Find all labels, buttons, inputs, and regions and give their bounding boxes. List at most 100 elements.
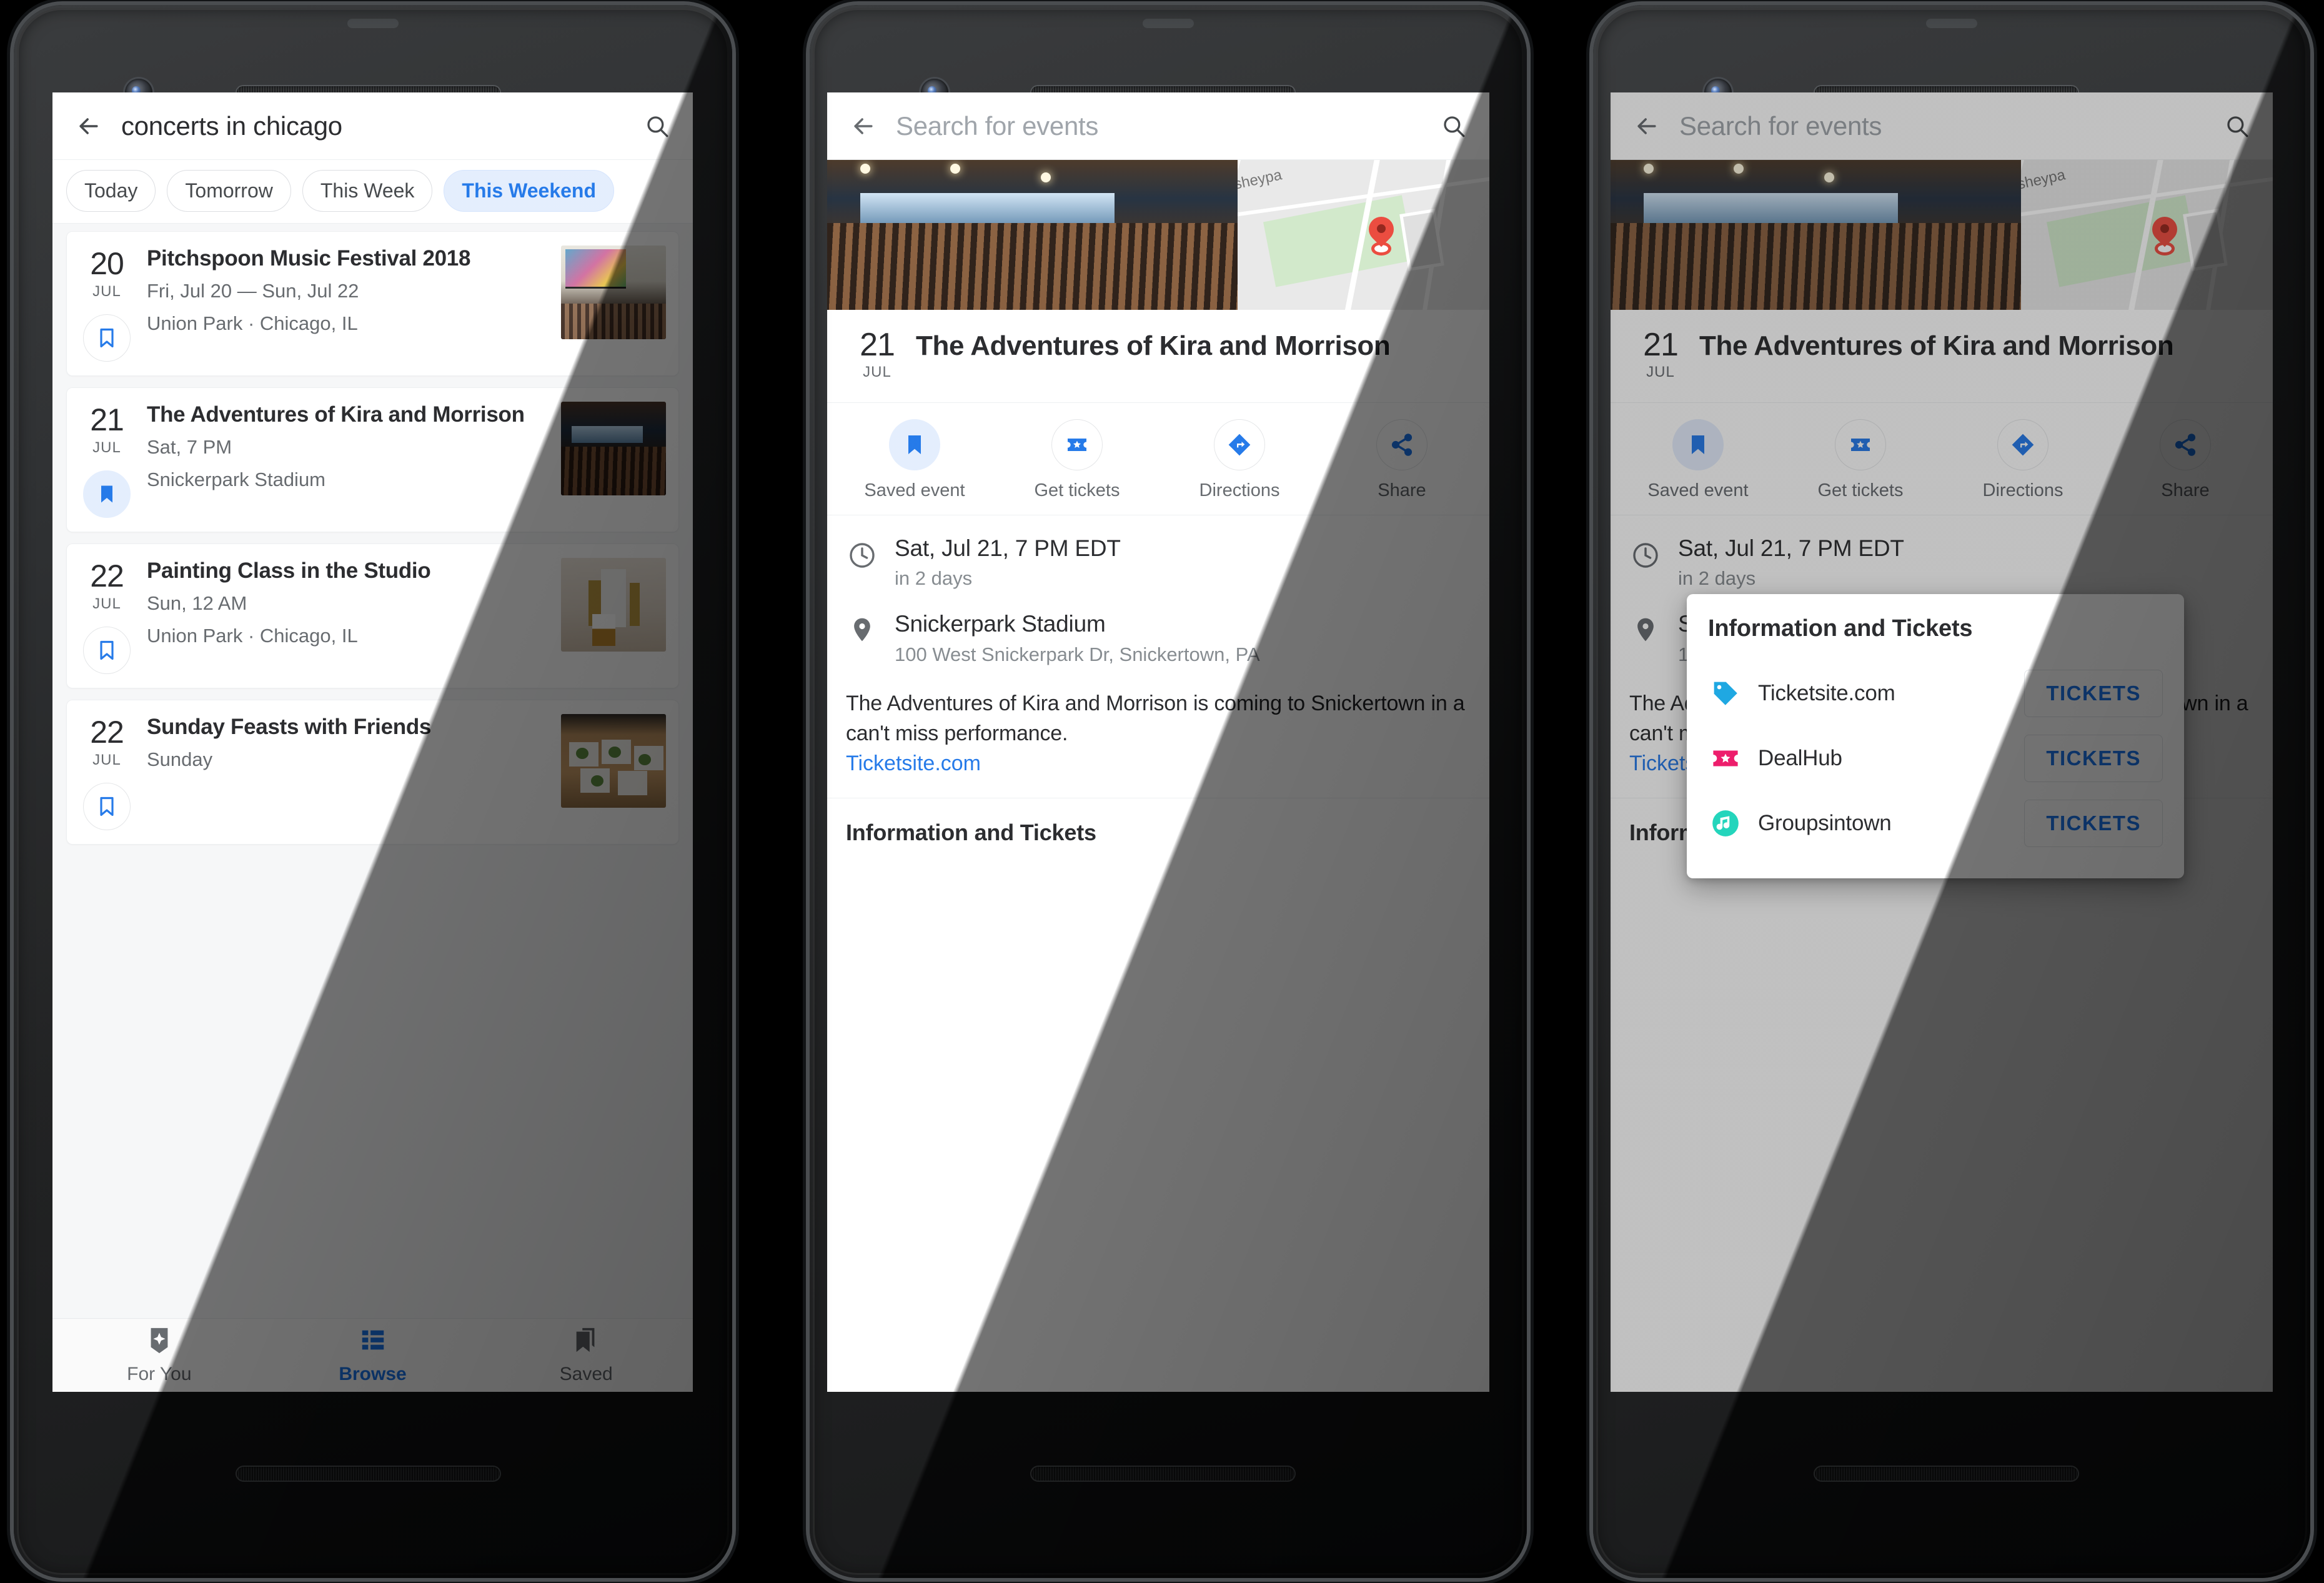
arrow-back-icon[interactable] (75, 112, 102, 140)
event-month: JUL (92, 752, 121, 768)
event-thumbnail-image (561, 558, 666, 652)
stage-lights (1611, 164, 2021, 182)
map-street-label: sheypa (1238, 166, 1284, 193)
event-day: 20 (90, 246, 124, 281)
event-day: 21 (1643, 327, 1679, 363)
event-location: Union Park · Chicago, IL (147, 312, 358, 334)
event-date-block: 21 JUL (843, 329, 911, 381)
event-body: Sunday Feasts with Friends Sunday (147, 714, 561, 773)
action-share[interactable]: Share (1321, 419, 1483, 501)
app-screen-3: Search for events sheypa 21 JUL The Adve… (1611, 92, 2273, 1392)
event-time-row: Sat, Jul 21, 7 PM EDT in 2 days (1611, 515, 2273, 591)
event-month: JUL (1646, 364, 1675, 380)
event-detail-header: 21 JUL The Adventures of Kira and Morris… (1611, 310, 2273, 402)
provider-name: Ticketsite.com (1758, 681, 1895, 705)
event-hero-row: sheypa (1611, 160, 2273, 310)
search-input-2[interactable]: Search for events (896, 111, 1422, 141)
tickets-button[interactable]: TICKETS (2024, 735, 2163, 782)
event-day: 21 (90, 402, 124, 437)
filter-chip-today[interactable]: Today (66, 170, 156, 212)
search-icon[interactable] (644, 113, 670, 139)
three-phone-mockup: concerts in chicago Today Tomorrow This … (0, 0, 2324, 1583)
event-body: Pitchspoon Music Festival 2018 Fri, Jul … (147, 246, 561, 337)
event-day: 22 (90, 558, 124, 593)
provider-name: DealHub (1758, 746, 1842, 770)
event-list-item[interactable]: 22 JUL Painting Class in the Studio Sun,… (66, 543, 679, 688)
event-source-link[interactable]: Ticketsite.com (846, 748, 1471, 778)
nav-tab-saved[interactable]: Saved (479, 1326, 693, 1385)
filter-chip-this-weekend[interactable]: This Weekend (444, 170, 614, 212)
arrow-back-icon[interactable] (850, 112, 877, 140)
event-list-item[interactable]: 22 JUL Sunday Feasts with Friends Sunday (66, 700, 679, 845)
app-screen-1: concerts in chicago Today Tomorrow This … (52, 92, 693, 1392)
map-pin-icon (1363, 211, 1399, 256)
bottom-navigation-bar: For You Browse Saved (52, 1318, 693, 1392)
phone-device-2: Search for events sheypa 21 JUL The Adve… (810, 5, 1527, 1578)
event-list-item[interactable]: 21 JUL The Adventures of Kira and Morris… (66, 387, 679, 532)
event-month: JUL (92, 283, 121, 300)
event-date-block: 22 JUL (67, 558, 147, 674)
event-datetime: Sat, Jul 21, 7 PM EDT (1678, 535, 1904, 561)
action-label: Directions (1199, 480, 1280, 500)
event-hero-photo[interactable] (1611, 160, 2022, 310)
event-datetime: Sat, Jul 21, 7 PM EDT (895, 535, 1121, 561)
event-date-range: Sunday (147, 748, 213, 770)
event-hero-photo[interactable] (827, 160, 1238, 310)
map-pin-icon (2147, 211, 2182, 256)
bookmark-filled-icon[interactable] (83, 470, 131, 518)
location-pin-icon (1629, 610, 1662, 643)
event-time-row: Sat, Jul 21, 7 PM EDT in 2 days (827, 515, 1489, 591)
event-day: 21 (860, 327, 895, 363)
event-list-item[interactable]: 20 JUL Pitchspoon Music Festival 2018 Fr… (66, 231, 679, 376)
event-thumbnail-image (561, 402, 666, 495)
tickets-button[interactable]: TICKETS (2024, 670, 2163, 717)
ticket-star-icon (1835, 419, 1886, 470)
search-query-text[interactable]: concerts in chicago (121, 111, 625, 141)
action-saved-event[interactable]: Saved event (833, 419, 996, 501)
event-title: The Adventures of Kira and Morrison (916, 330, 1391, 361)
event-date-block: 22 JUL (67, 714, 147, 830)
bookmark-icon[interactable] (83, 314, 131, 362)
event-thumbnail-image (561, 714, 666, 808)
action-saved-event[interactable]: Saved event (1617, 419, 1779, 501)
action-directions[interactable]: Directions (1158, 419, 1321, 501)
search-icon[interactable] (1441, 113, 1467, 139)
music-note-icon (1708, 806, 1743, 841)
filter-chip-this-week[interactable]: This Week (302, 170, 433, 212)
nav-tab-browse[interactable]: Browse (266, 1326, 480, 1385)
action-label: Share (2161, 480, 2210, 500)
ticket-star-icon (1051, 419, 1103, 470)
event-title: The Adventures of Kira and Morrison (147, 402, 525, 427)
event-description: The Adventures of Kira and Morrison is c… (846, 691, 1465, 746)
event-date-block: 21 JUL (67, 402, 147, 518)
app-screen-2: Search for events sheypa 21 JUL The Adve… (827, 92, 1489, 1392)
event-list[interactable]: 20 JUL Pitchspoon Music Festival 2018 Fr… (52, 224, 693, 1326)
nav-tab-for-you[interactable]: For You (52, 1326, 266, 1385)
bookmark-icon[interactable] (83, 783, 131, 830)
action-get-tickets[interactable]: Get tickets (1779, 419, 1942, 501)
search-input-3[interactable]: Search for events (1679, 111, 2205, 141)
phone-device-3: Search for events sheypa 21 JUL The Adve… (1593, 5, 2310, 1578)
action-get-tickets[interactable]: Get tickets (996, 419, 1158, 501)
action-share[interactable]: Share (2104, 419, 2267, 501)
event-title: Painting Class in the Studio (147, 558, 431, 583)
search-icon[interactable] (2224, 113, 2250, 139)
venue-map-thumbnail[interactable]: sheypa (1238, 160, 1489, 310)
search-bar-3: Search for events (1611, 92, 2273, 160)
share-icon (2160, 419, 2211, 470)
saved-bookmarks-icon (572, 1326, 600, 1357)
nav-label-saved: Saved (559, 1364, 613, 1384)
price-tag-icon (1708, 676, 1743, 711)
event-action-row: Saved event Get tickets Directions Share (1611, 402, 2273, 515)
phone-device-1: concerts in chicago Today Tomorrow This … (14, 5, 732, 1578)
action-directions[interactable]: Directions (1942, 419, 2104, 501)
venue-map-thumbnail[interactable]: sheypa (2021, 160, 2273, 310)
event-location: Snickerpark Stadium (147, 468, 326, 490)
arrow-back-icon[interactable] (1633, 112, 1661, 140)
event-venue-row[interactable]: Snickerpark Stadium 100 West Snickerpark… (827, 591, 1489, 667)
action-label: Get tickets (1034, 480, 1120, 500)
bookmark-filled-icon (889, 419, 940, 470)
bookmark-icon[interactable] (83, 627, 131, 674)
tickets-button[interactable]: TICKETS (2024, 800, 2163, 847)
filter-chip-tomorrow[interactable]: Tomorrow (167, 170, 291, 212)
